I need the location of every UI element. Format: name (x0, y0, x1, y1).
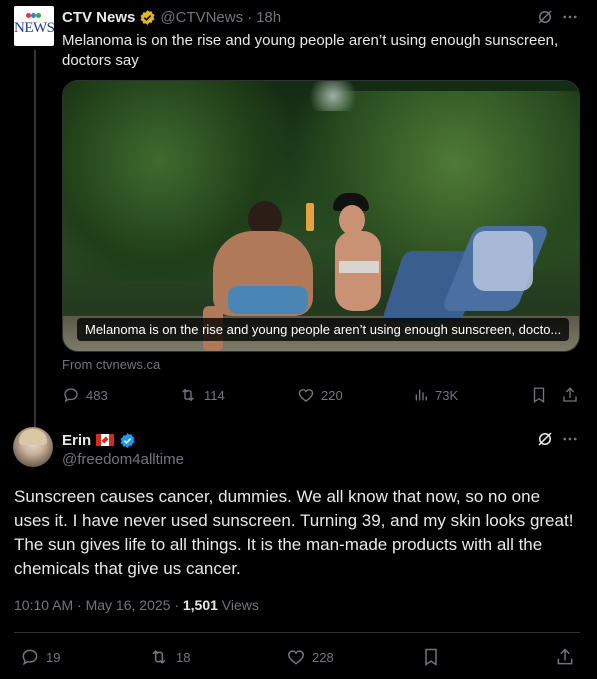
grok-icon[interactable] (536, 430, 554, 448)
reply-button[interactable]: 483 (62, 386, 108, 404)
views-button[interactable]: 73K (413, 386, 458, 404)
ctv-logo-mark (26, 11, 42, 20)
post-meta: 10:10 AM · May 16, 2025 · 1,501 Views (14, 597, 259, 613)
more-icon[interactable] (561, 430, 579, 448)
views-count: 1,501 (182, 597, 218, 613)
author-name[interactable]: Erin (62, 432, 91, 449)
canada-flag-icon (96, 434, 115, 446)
post-time[interactable]: 18h (256, 9, 281, 26)
tweet2-text: Sunscreen causes cancer, dummies. We all… (14, 487, 574, 578)
card-image (63, 81, 579, 351)
like-button[interactable]: 220 (297, 386, 343, 404)
like-count: 220 (321, 387, 343, 403)
retweet-count: 114 (204, 387, 225, 403)
post-timestamp[interactable]: 10:10 AM · May 16, 2025 · (14, 597, 183, 613)
share-icon[interactable] (561, 386, 579, 404)
thread-line (34, 50, 36, 428)
link-card[interactable]: Melanoma is on the rise and young people… (62, 80, 580, 352)
bookmark-icon[interactable] (421, 647, 441, 667)
retweet-icon (178, 386, 198, 404)
retweet-count: 18 (176, 649, 191, 665)
reply-icon (62, 386, 80, 404)
views-count: 73K (435, 387, 459, 403)
verified-badge-icon (119, 432, 136, 449)
erin-avatar[interactable] (13, 427, 53, 467)
like-count: 228 (312, 649, 334, 665)
separator: · (247, 8, 253, 26)
tweet1-header: CTV News @CTVNews · 18h (62, 7, 281, 27)
ctv-news-avatar[interactable]: NEWS (14, 6, 55, 46)
views-label: Views (217, 597, 259, 613)
bookmark-icon[interactable] (530, 386, 548, 404)
retweet-icon (148, 647, 170, 667)
retweet-button[interactable]: 114 (178, 386, 225, 404)
retweet-button[interactable]: 18 (148, 647, 190, 667)
like-icon (297, 386, 315, 404)
divider (14, 632, 580, 633)
tweet2-header: Erin (62, 430, 136, 450)
author-name[interactable]: CTV News (62, 9, 135, 26)
grok-icon[interactable] (536, 8, 554, 26)
views-icon (413, 386, 429, 404)
like-button[interactable]: 228 (286, 647, 334, 667)
author-handle[interactable]: @CTVNews (160, 9, 243, 26)
ctv-logo-text: NEWS (14, 20, 55, 36)
link-source[interactable]: From ctvnews.ca (62, 357, 160, 372)
author-handle[interactable]: @freedom4alltime (62, 451, 184, 468)
tweet1-text: Melanoma is on the rise and young people… (62, 32, 559, 69)
more-icon[interactable] (561, 8, 579, 26)
reply-count: 19 (46, 649, 61, 665)
reply-icon (20, 647, 40, 667)
verified-gold-icon (139, 9, 156, 26)
reply-count: 483 (86, 387, 108, 403)
reply-button[interactable]: 19 (20, 647, 60, 667)
like-icon (286, 647, 306, 667)
card-caption: Melanoma is on the rise and young people… (77, 318, 570, 341)
share-icon[interactable] (555, 647, 575, 667)
